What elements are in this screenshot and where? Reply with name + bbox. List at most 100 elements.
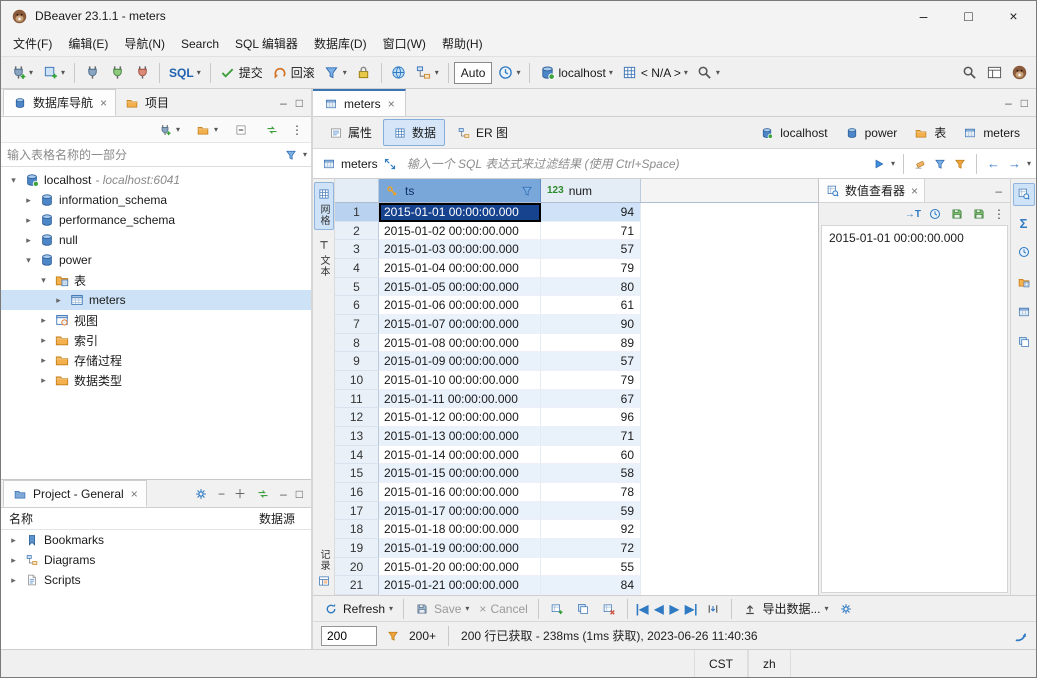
breadcrumb-power[interactable]: power [844, 125, 898, 141]
cell-num[interactable]: 72 [541, 539, 641, 558]
cell-ts[interactable]: 2015-01-05 00:00:00.000 [379, 278, 541, 297]
funnel-icon[interactable] [932, 156, 948, 172]
tree-item-information_schema[interactable]: ▸information_schema [1, 190, 311, 210]
sql-filter-input[interactable] [405, 156, 867, 172]
cell-num[interactable]: 96 [541, 408, 641, 427]
chevron-right-icon[interactable]: ▸ [7, 555, 20, 566]
chevron-down-icon[interactable]: ▾ [7, 175, 20, 186]
breadcrumb-表[interactable]: 表 [913, 124, 946, 141]
row-number-cell[interactable]: 11 [335, 390, 379, 409]
panel-toggle-calc[interactable]: Σ [1017, 213, 1031, 234]
eraser-icon[interactable] [912, 156, 928, 172]
cell-num[interactable]: 59 [541, 502, 641, 521]
new-object-button[interactable]: ▾ [38, 62, 69, 84]
cell-ts[interactable]: 2015-01-14 00:00:00.000 [379, 446, 541, 465]
view-menu-icon[interactable]: ⋮ [291, 124, 303, 136]
previous-row-button[interactable]: ◀ [652, 602, 665, 616]
row-number-cell[interactable]: 17 [335, 502, 379, 521]
column-header-num[interactable]: 123 num [541, 179, 641, 202]
presentation-tab-text[interactable]: 文本 [315, 234, 333, 280]
cell-ts[interactable]: 2015-01-02 00:00:00.000 [379, 222, 541, 241]
tab-value-viewer[interactable]: 数值查看器 × [819, 179, 925, 202]
add-row-button[interactable] [545, 599, 569, 619]
expand-all-icon[interactable]: ＋ [234, 485, 246, 502]
cell-num[interactable]: 71 [541, 427, 641, 446]
chevron-right-icon[interactable]: ▸ [37, 355, 50, 366]
apply-filter-icon[interactable] [871, 156, 887, 172]
menu-item-3[interactable]: Search [173, 33, 227, 55]
connect-button[interactable] [80, 62, 104, 84]
chevron-right-icon[interactable]: ▸ [7, 535, 20, 546]
chevron-down-icon[interactable]: ▾ [891, 160, 895, 168]
collapse-all-icon[interactable]: − [218, 487, 225, 501]
chevron-right-icon[interactable]: ▸ [7, 575, 20, 586]
minimize-panel-icon[interactable]: – [1005, 96, 1012, 110]
disconnect-button[interactable] [130, 62, 154, 84]
cell-ts[interactable]: 2015-01-21 00:00:00.000 [379, 576, 541, 595]
history-back-icon[interactable]: ← [985, 156, 1002, 171]
result-settings-button[interactable] [834, 599, 858, 619]
value-viewer-content[interactable]: 2015-01-01 00:00:00.000 [821, 225, 1008, 593]
tab-projects[interactable]: 项目 [116, 89, 177, 116]
cell-ts[interactable]: 2015-01-11 00:00:00.000 [379, 390, 541, 409]
tree-item-数据类型[interactable]: ▸数据类型 [1, 370, 311, 390]
lock-button[interactable] [352, 62, 376, 84]
row-number-cell[interactable]: 7 [335, 315, 379, 334]
minimize-panel-icon[interactable]: – [995, 184, 1002, 198]
subtab-数据[interactable]: 数据 [383, 119, 445, 146]
cell-ts[interactable]: 2015-01-15 00:00:00.000 [379, 464, 541, 483]
chevron-right-icon[interactable]: ▸ [22, 215, 35, 226]
next-row-button[interactable]: ▶ [668, 602, 681, 616]
notification-icon[interactable] [1012, 628, 1028, 644]
panel-toggle-references[interactable] [1013, 271, 1035, 294]
menu-item-4[interactable]: SQL 编辑器 [227, 31, 306, 56]
table-chip[interactable]: meters [318, 154, 401, 174]
delete-row-button[interactable] [597, 599, 621, 619]
fetch-page-button[interactable] [701, 599, 725, 619]
presentation-tab-grid[interactable]: 网格 [314, 182, 334, 230]
chevron-right-icon[interactable]: ▸ [37, 315, 50, 326]
project-item-Bookmarks[interactable]: ▸Bookmarks [1, 530, 311, 550]
maximize-button[interactable]: □ [946, 1, 991, 31]
cell-num[interactable]: 58 [541, 464, 641, 483]
quick-search-button[interactable]: ▾ [693, 62, 724, 84]
cell-num[interactable]: 79 [541, 371, 641, 390]
global-search-button[interactable] [957, 62, 981, 84]
row-number-cell[interactable]: 16 [335, 483, 379, 502]
cell-num[interactable]: 79 [541, 259, 641, 278]
chevron-down-icon[interactable]: ▾ [37, 275, 50, 286]
locale-indicator[interactable]: zh [748, 650, 791, 677]
row-number-cell[interactable]: 8 [335, 334, 379, 353]
reconnect-button[interactable] [105, 62, 129, 84]
maximize-panel-icon[interactable]: □ [1021, 96, 1028, 110]
cell-ts[interactable]: 2015-01-06 00:00:00.000 [379, 296, 541, 315]
cell-num[interactable]: 55 [541, 558, 641, 577]
cell-num[interactable]: 57 [541, 240, 641, 259]
cell-num[interactable]: 94 [541, 203, 641, 222]
cell-ts[interactable]: 2015-01-19 00:00:00.000 [379, 539, 541, 558]
chevron-down-icon[interactable]: ▾ [1027, 160, 1031, 168]
tree-item-表[interactable]: ▾表 [1, 270, 311, 290]
row-number-cell[interactable]: 2 [335, 222, 379, 241]
datetime-icon[interactable] [927, 206, 943, 222]
cell-ts[interactable]: 2015-01-20 00:00:00.000 [379, 558, 541, 577]
database-selector[interactable]: < N/A >▾ [618, 62, 692, 84]
menu-item-2[interactable]: 导航(N) [116, 31, 173, 56]
chevron-down-icon[interactable]: ▾ [22, 255, 35, 266]
breadcrumb-localhost[interactable]: localhost [759, 125, 827, 141]
cell-num[interactable]: 67 [541, 390, 641, 409]
panel-toggle-metadata[interactable] [1013, 241, 1035, 264]
cell-ts[interactable]: 2015-01-03 00:00:00.000 [379, 240, 541, 259]
nav-link-editor-button[interactable] [260, 119, 284, 141]
tree-item-performance_schema[interactable]: ▸performance_schema [1, 210, 311, 230]
tree-item-power[interactable]: ▾power [1, 250, 311, 270]
perspective-button[interactable] [982, 62, 1006, 84]
save-as-icon[interactable] [971, 206, 987, 222]
expand-icon[interactable] [382, 156, 398, 172]
cell-ts[interactable]: 2015-01-12 00:00:00.000 [379, 408, 541, 427]
navigator-filter-input[interactable] [5, 147, 279, 163]
menu-item-0[interactable]: 文件(F) [5, 31, 60, 56]
cell-ts[interactable]: 2015-01-01 00:00:00.000 [379, 203, 541, 222]
tree-item-meters[interactable]: ▸meters [1, 290, 311, 310]
chevron-right-icon[interactable]: ▸ [37, 335, 50, 346]
